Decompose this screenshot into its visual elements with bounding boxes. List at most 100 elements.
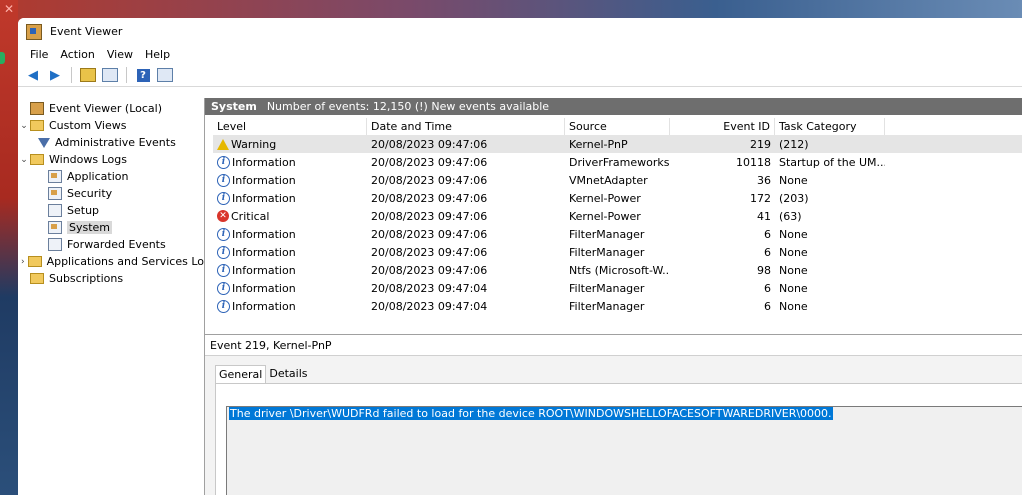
cell-date: 20/08/2023 09:47:06 <box>371 137 488 151</box>
tree-item-windows-logs[interactable]: ⌄ Windows Logs <box>18 151 204 168</box>
properties-icon[interactable] <box>101 66 119 84</box>
tree-item-application[interactable]: Application <box>18 168 204 185</box>
level-text: Information <box>232 281 296 295</box>
cell-task-category: (63) <box>779 209 802 223</box>
tree-item-administrative-events[interactable]: Administrative Events <box>18 134 204 151</box>
menu-action[interactable]: Action <box>54 48 100 61</box>
tree-item-forwarded-events[interactable]: Forwarded Events <box>18 236 204 253</box>
forward-arrow-icon[interactable]: ▶ <box>46 66 64 84</box>
help-icon[interactable]: ? <box>134 66 152 84</box>
table-row[interactable]: i Information 20/08/2023 09:47:06 Ntfs (Mic… <box>213 261 1022 279</box>
desktop-indicator <box>0 52 5 64</box>
main-area: Event Viewer (Local) ⌄ Custom Views Admi… <box>18 98 1022 495</box>
close-icon[interactable]: ✕ <box>4 2 14 16</box>
desktop-background-left <box>0 0 18 495</box>
collapse-chevron-icon[interactable]: ⌄ <box>18 155 30 165</box>
information-icon: i <box>217 263 230 277</box>
table-row[interactable]: i Information 20/08/2023 09:47:06 FilterMan… <box>213 225 1022 243</box>
event-viewer-icon <box>26 23 42 40</box>
window-title: Event Viewer <box>50 25 123 38</box>
level-text: Information <box>232 299 296 313</box>
menu-help[interactable]: Help <box>139 48 176 61</box>
column-header-event-id[interactable]: Event ID <box>670 118 775 135</box>
filter-icon <box>38 137 50 148</box>
log-header-bar: System Number of events: 12,150 (!) New … <box>205 98 1022 115</box>
level-text: Warning <box>231 137 277 151</box>
tree-item-root[interactable]: Event Viewer (Local) <box>18 100 204 117</box>
cell-source: Kernel-Power <box>569 209 641 223</box>
events-table: Level Date and Time Source Event ID Task… <box>213 118 1022 315</box>
cell-event-id: 6 <box>764 281 771 295</box>
tree-item-setup[interactable]: Setup <box>18 202 204 219</box>
table-row[interactable]: i Information 20/08/2023 09:47:06 DriverFra… <box>213 153 1022 171</box>
expand-chevron-icon[interactable]: › <box>18 257 28 267</box>
log-icon <box>48 238 62 251</box>
table-row[interactable]: ✕ Critical 20/08/2023 09:47:06 Kernel-Power… <box>213 207 1022 225</box>
back-arrow-icon[interactable]: ◀ <box>24 66 42 84</box>
general-tab-panel: The driver \Driver\WUDFRd failed to load… <box>215 383 1022 495</box>
cell-level: i Information <box>213 191 367 205</box>
information-icon: i <box>217 227 230 241</box>
tree-item-security[interactable]: Security <box>18 185 204 202</box>
level-text: Information <box>232 155 296 169</box>
folder-icon <box>30 154 44 165</box>
cell-level: i Information <box>213 245 367 259</box>
cell-source: Ntfs (Microsoft-W... <box>569 263 670 277</box>
column-header-date[interactable]: Date and Time <box>367 118 565 135</box>
cell-task-category: Startup of the UM... <box>779 155 885 169</box>
cell-date: 20/08/2023 09:47:04 <box>371 281 488 295</box>
menu-view[interactable]: View <box>101 48 139 61</box>
information-icon: i <box>217 155 230 169</box>
column-header-level[interactable]: Level <box>213 118 367 135</box>
level-text: Information <box>232 173 296 187</box>
table-row[interactable]: i Information 20/08/2023 09:47:04 FilterMan… <box>213 279 1022 297</box>
event-description-box[interactable]: The driver \Driver\WUDFRd failed to load… <box>226 406 1022 495</box>
log-icon <box>48 221 62 234</box>
column-header-source[interactable]: Source <box>565 118 670 135</box>
cell-task-category: None <box>779 281 808 295</box>
collapse-chevron-icon[interactable]: ⌄ <box>18 121 30 131</box>
tab-general[interactable]: General <box>215 365 267 383</box>
cell-task-category: None <box>779 299 808 313</box>
menu-bar: File Action View Help <box>18 45 1022 64</box>
cell-level: i Information <box>213 155 367 169</box>
cell-source: Kernel-PnP <box>569 137 628 151</box>
tree-item-system[interactable]: System <box>18 219 204 236</box>
level-text: Information <box>232 191 296 205</box>
cell-date: 20/08/2023 09:47:04 <box>371 299 488 313</box>
information-icon: i <box>217 191 230 205</box>
cell-event-id: 36 <box>757 173 771 187</box>
log-icon <box>48 170 62 183</box>
open-log-icon[interactable] <box>79 66 97 84</box>
table-body: Warning 20/08/2023 09:47:06 Kernel-PnP 219 (… <box>213 135 1022 315</box>
event-detail-pane: Event 219, Kernel-PnP General Details Th… <box>205 334 1022 495</box>
event-description-text[interactable]: The driver \Driver\WUDFRd failed to load… <box>229 407 833 420</box>
cell-event-id: 6 <box>764 245 771 259</box>
tree-item-subscriptions[interactable]: Subscriptions <box>18 270 204 287</box>
table-row[interactable]: Warning 20/08/2023 09:47:06 Kernel-PnP 219 (… <box>213 135 1022 153</box>
table-row[interactable]: i Information 20/08/2023 09:47:06 Kernel-Po… <box>213 189 1022 207</box>
tab-details[interactable]: Details <box>266 365 310 383</box>
table-row[interactable]: i Information 20/08/2023 09:47:04 FilterMan… <box>213 297 1022 315</box>
level-text: Critical <box>231 209 270 223</box>
tree-item-custom-views[interactable]: ⌄ Custom Views <box>18 117 204 134</box>
cell-task-category: None <box>779 227 808 241</box>
log-title: System <box>211 100 257 113</box>
cell-task-category: (203) <box>779 191 809 205</box>
table-row[interactable]: i Information 20/08/2023 09:47:06 VMnetAdap… <box>213 171 1022 189</box>
cell-source: FilterManager <box>569 281 645 295</box>
tree-item-apps-services[interactable]: › Applications and Services Lo <box>18 253 204 270</box>
table-row[interactable]: i Information 20/08/2023 09:47:06 FilterMan… <box>213 243 1022 261</box>
cell-event-id: 10118 <box>736 155 771 169</box>
cell-date: 20/08/2023 09:47:06 <box>371 191 488 205</box>
show-pane-icon[interactable] <box>156 66 174 84</box>
menu-file[interactable]: File <box>24 48 54 61</box>
cell-date: 20/08/2023 09:47:06 <box>371 245 488 259</box>
toolbar-separator <box>126 67 127 83</box>
column-header-task-category[interactable]: Task Category <box>775 118 885 135</box>
cell-level: i Information <box>213 299 367 313</box>
cell-date: 20/08/2023 09:47:06 <box>371 263 488 277</box>
cell-source: FilterManager <box>569 299 645 313</box>
critical-icon: ✕ <box>217 210 229 222</box>
cell-level: i Information <box>213 227 367 241</box>
